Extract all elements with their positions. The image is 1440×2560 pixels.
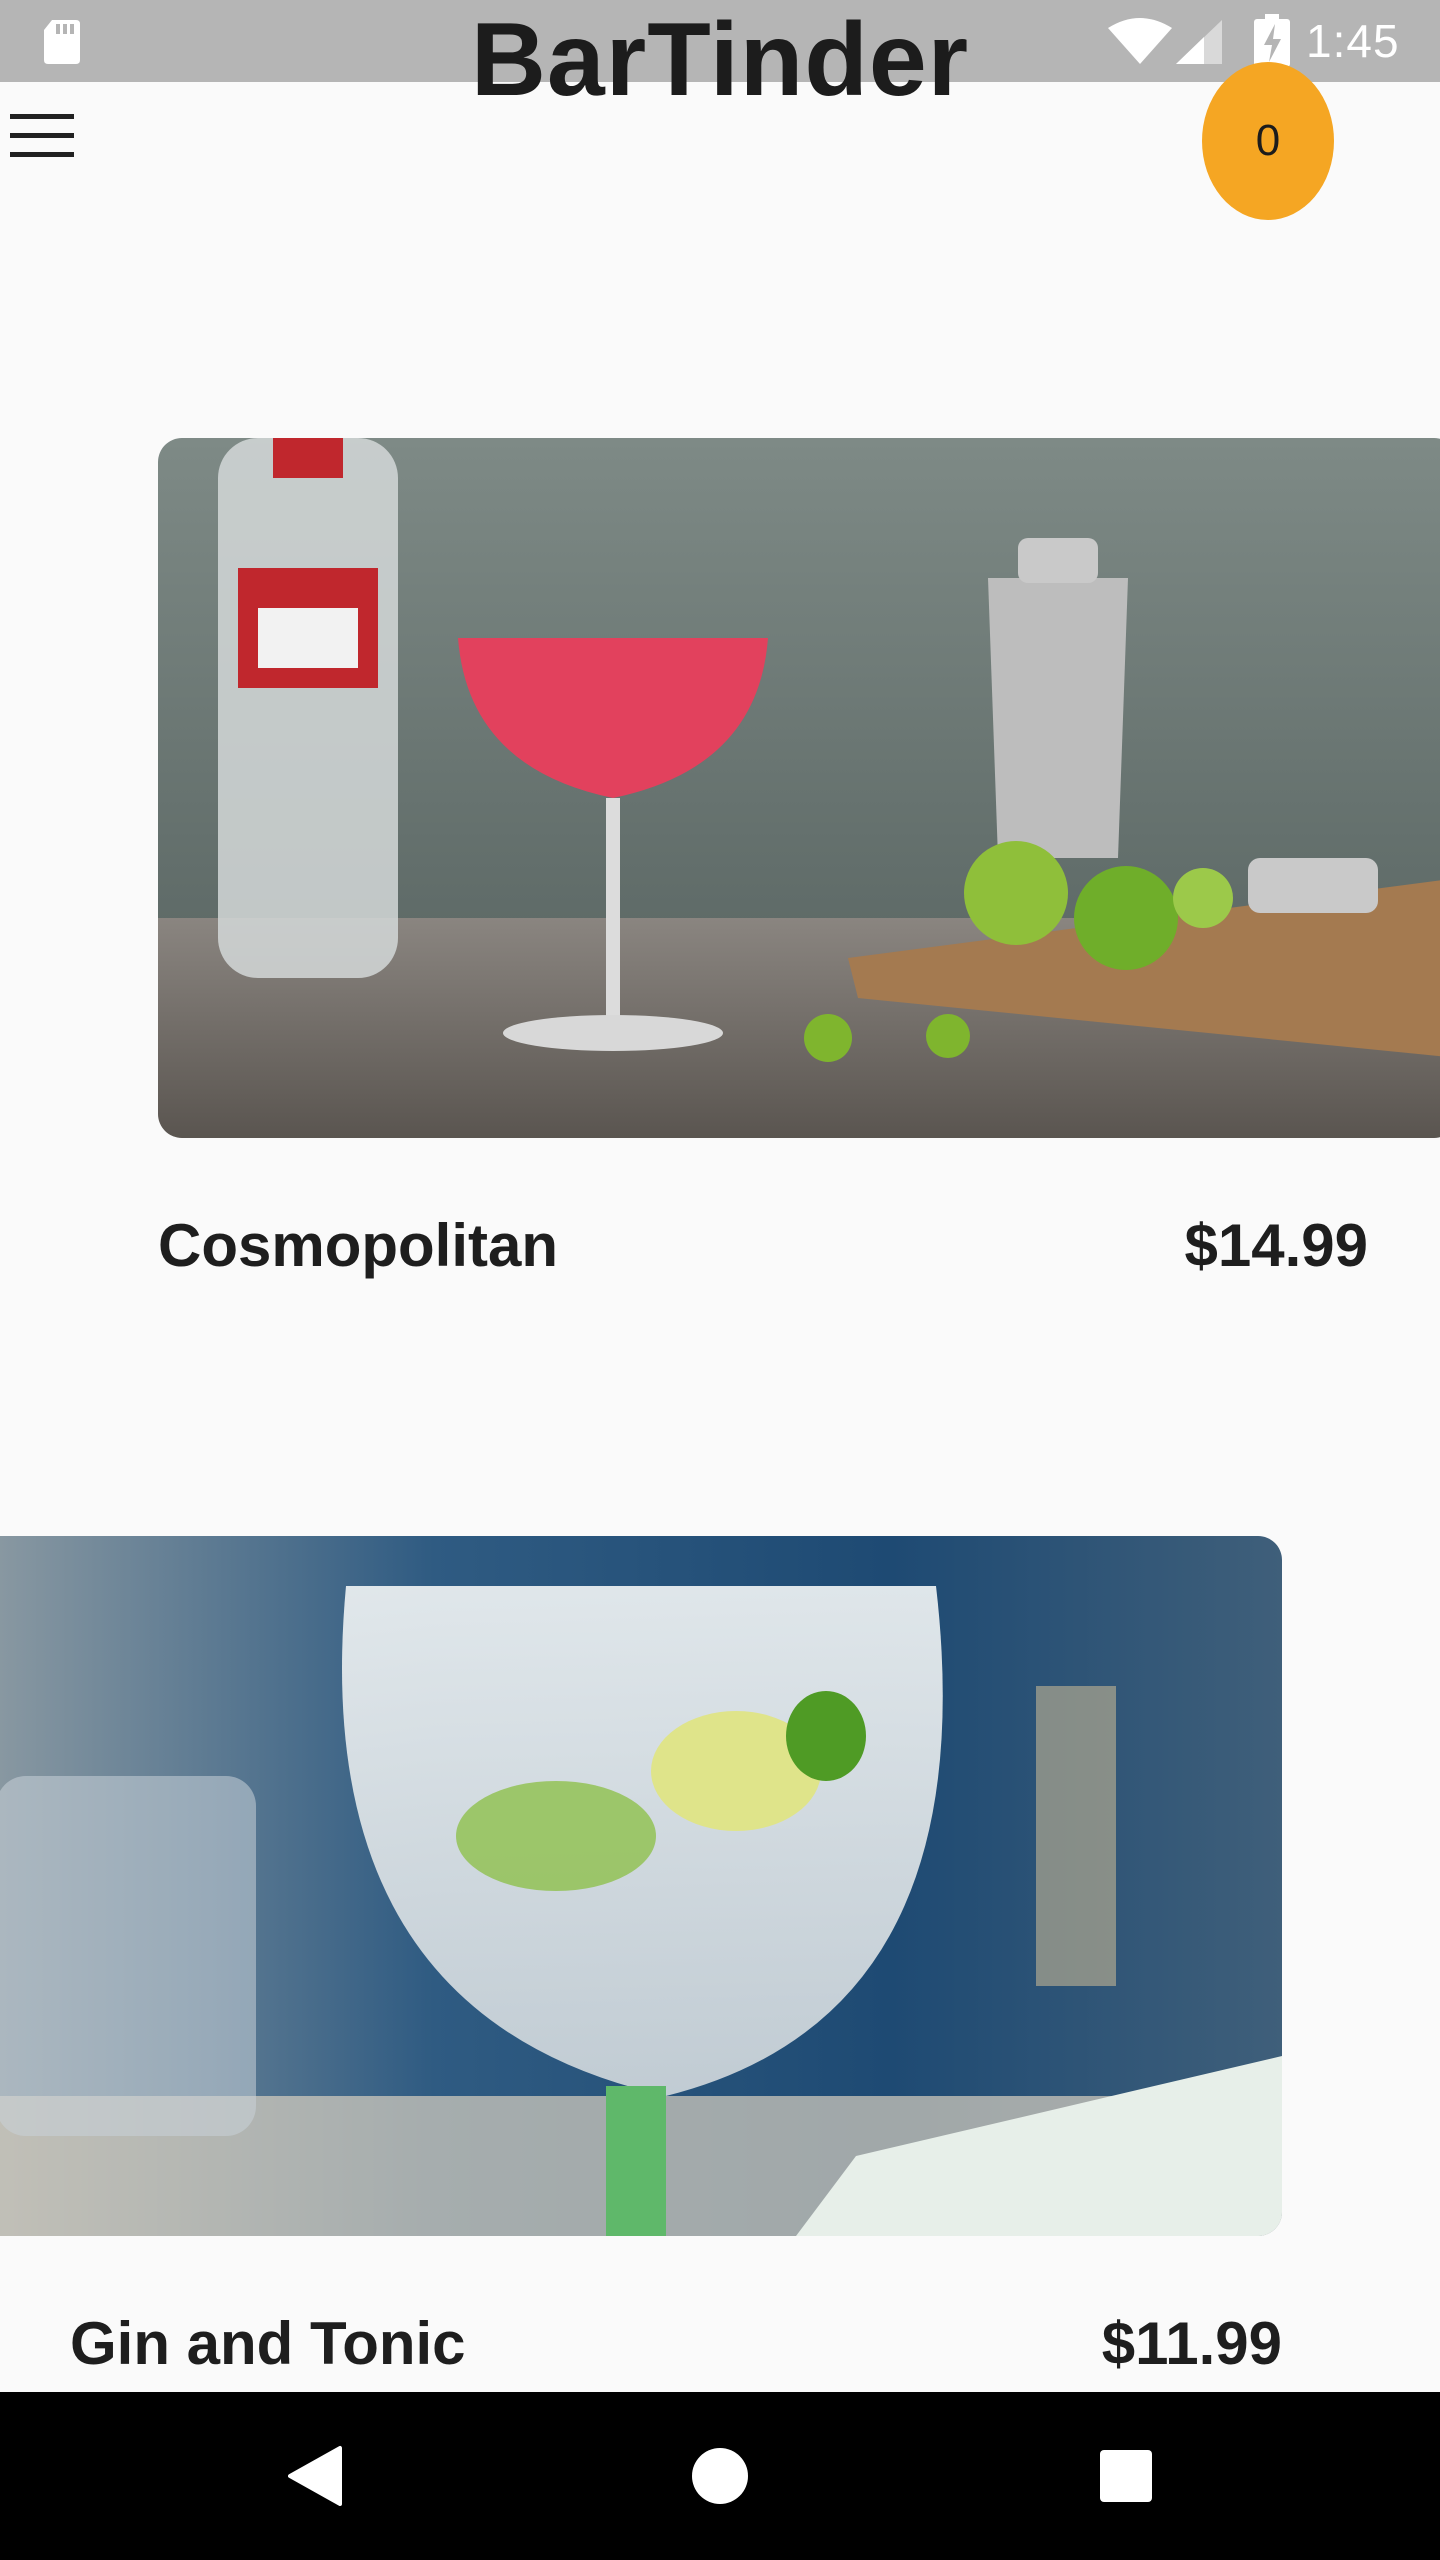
back-icon[interactable] xyxy=(288,2444,344,2508)
recents-icon[interactable] xyxy=(1098,2448,1154,2504)
drink-name: Gin and Tonic xyxy=(70,2310,466,2377)
drink-image-cosmopolitan[interactable] xyxy=(158,438,1440,1138)
drink-price: $14.99 xyxy=(1184,1212,1368,1279)
cart-count-badge[interactable]: 0 xyxy=(1202,62,1334,220)
home-icon[interactable] xyxy=(690,2446,750,2506)
drink-name: Cosmopolitan xyxy=(158,1212,558,1279)
navigation-bar xyxy=(0,2392,1440,2560)
menu-icon[interactable] xyxy=(10,114,74,162)
cart-count: 0 xyxy=(1255,116,1281,165)
drink-image-gin-and-tonic[interactable] xyxy=(0,1536,1282,2236)
drink-price: $11.99 xyxy=(1101,2310,1282,2377)
